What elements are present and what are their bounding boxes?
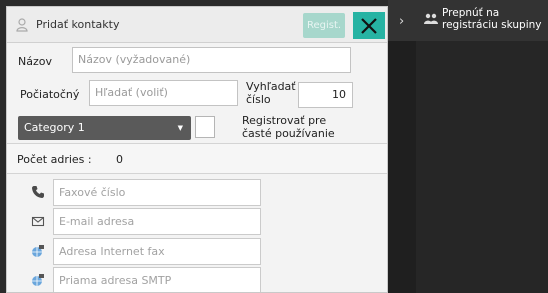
- category-value: Category 1: [24, 121, 85, 134]
- switch-group-label: Prepnúť na registráciu skupiny: [442, 7, 542, 31]
- add-contact-dialog: Pridať kontakty Regist. Názov Názov (vyž…: [6, 6, 388, 293]
- close-button[interactable]: [353, 12, 385, 39]
- category-select[interactable]: Category 1 ▼: [18, 116, 191, 140]
- smtp-address-input[interactable]: Priama adresa SMTP: [53, 267, 261, 292]
- dialog-titlebar: Pridať kontakty Regist.: [7, 7, 387, 43]
- dropdown-arrow-icon: ▼: [177, 124, 183, 132]
- switch-group-label-line2: registráciu skupiny: [442, 19, 542, 31]
- envelope-icon: [31, 216, 45, 227]
- initial-label: Počiatočný: [20, 88, 80, 101]
- person-icon: [16, 18, 28, 32]
- globe-mail-icon: [32, 274, 44, 286]
- search-number-input[interactable]: 10: [298, 82, 353, 108]
- address-count-row: Počet adries : 0: [7, 144, 387, 174]
- search-number-label-line1: Vyhľadať: [246, 80, 296, 93]
- initial-input[interactable]: Hľadať (voliť): [89, 80, 238, 106]
- internet-fax-input[interactable]: Adresa Internet fax: [53, 238, 261, 265]
- side-panel: › Prepnúť na registráciu skupiny: [388, 0, 548, 293]
- fax-number-input[interactable]: Faxové číslo: [53, 179, 261, 206]
- email-address-input[interactable]: E-mail adresa: [53, 208, 261, 235]
- phone-icon: [32, 186, 44, 198]
- name-input[interactable]: Názov (vyžadované): [72, 47, 351, 73]
- close-icon: [361, 18, 377, 34]
- globe-fax-icon: [32, 245, 44, 257]
- register-button[interactable]: Regist.: [303, 13, 345, 38]
- address-count-label: Počet adries :: [17, 153, 92, 166]
- search-number-label-line2: číslo: [246, 93, 271, 106]
- switch-group-label-line1: Prepnúť na: [442, 7, 500, 19]
- switch-to-group-button[interactable]: › Prepnúť na registráciu skupiny: [388, 0, 548, 41]
- name-label: Názov: [18, 55, 52, 68]
- favorite-checkbox[interactable]: [195, 116, 215, 138]
- group-icon: [424, 13, 438, 24]
- chevron-right-icon: ›: [399, 14, 405, 29]
- favorite-label: Registrovať pre časté používanie: [242, 114, 335, 140]
- favorite-label-line2: časté používanie: [242, 127, 335, 140]
- dialog-title: Pridať kontakty: [36, 18, 120, 31]
- favorite-label-line1: Registrovať pre: [242, 114, 327, 127]
- search-number-label: Vyhľadať číslo: [246, 80, 296, 106]
- group-list-area: [416, 41, 548, 293]
- address-count-value: 0: [116, 153, 123, 166]
